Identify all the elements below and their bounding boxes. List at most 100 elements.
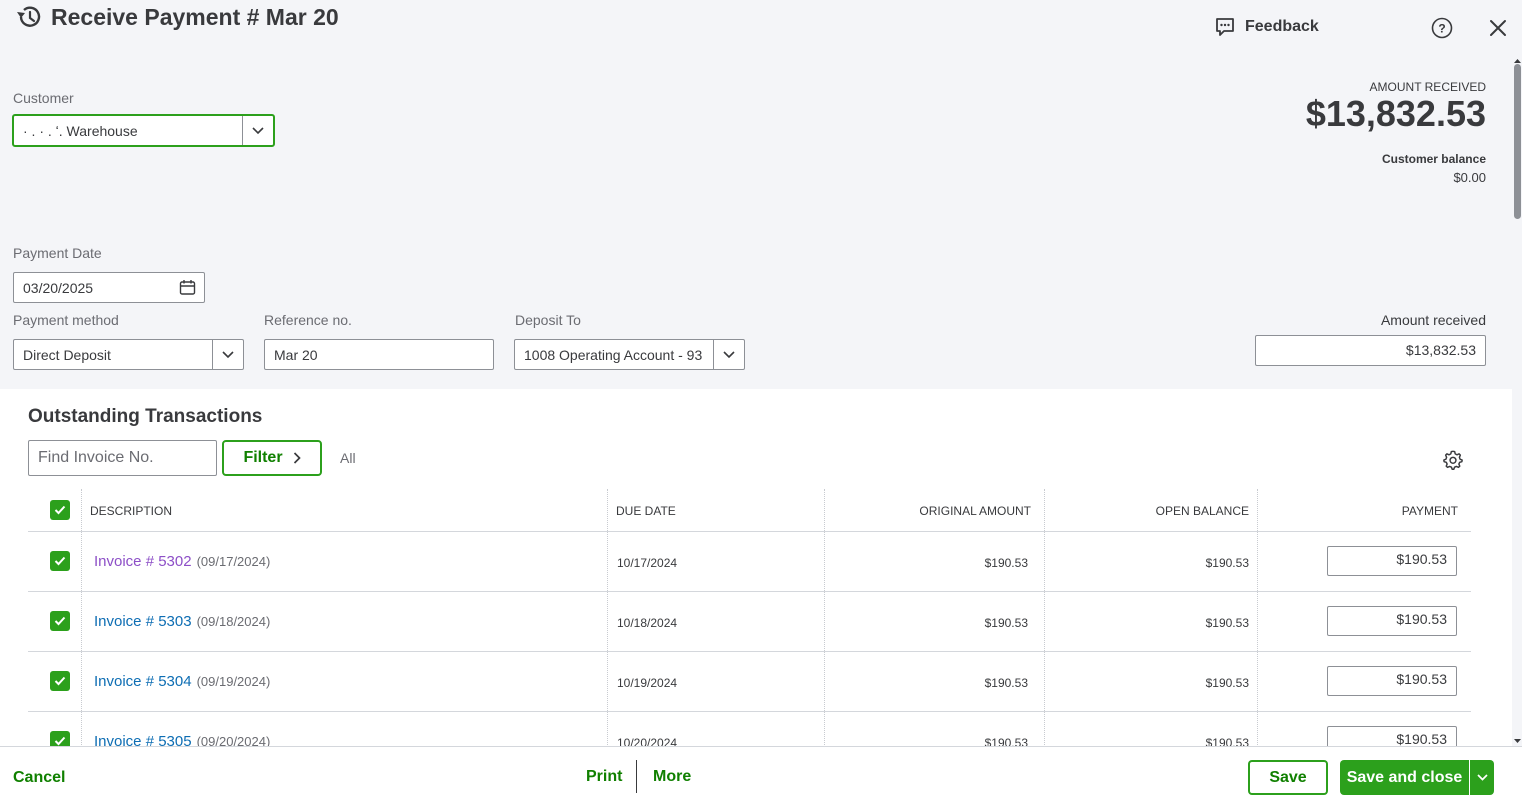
table-row: Invoice # 5304 (09/19/2024) 10/19/2024 $1… [28, 652, 1471, 712]
due-date-cell: 10/19/2024 [617, 676, 678, 690]
check-icon [54, 556, 66, 566]
payment-date-value: 03/20/2025 [23, 279, 94, 296]
chevron-down-icon [723, 350, 735, 358]
payment-date-label: Payment Date [13, 245, 102, 261]
footer-divider [636, 760, 637, 793]
original-amount-cell: $190.53 [984, 556, 1028, 570]
table-row: Invoice # 5305 (09/20/2024) 10/20/2024 $1… [28, 712, 1471, 746]
customer-balance-value: $0.00 [1453, 170, 1486, 185]
payment-input[interactable]: $190.53 [1327, 726, 1457, 746]
outstanding-title: Outstanding Transactions [28, 406, 263, 427]
open-balance-cell: $190.53 [1205, 736, 1249, 746]
help-icon[interactable]: ? [1431, 17, 1453, 39]
filter-label: Filter [243, 449, 283, 466]
invoice-date: (09/18/2024) [196, 614, 271, 629]
cancel-button[interactable]: Cancel [13, 769, 65, 787]
chevron-down-icon [222, 350, 234, 358]
invoice-date: (09/19/2024) [196, 674, 271, 689]
svg-text:?: ? [1438, 22, 1445, 36]
customer-value: · . · . ʻ. Warehouse [23, 122, 138, 139]
payment-input[interactable]: $190.53 [1327, 606, 1457, 636]
invoice-link[interactable]: Invoice # 5305 [94, 733, 192, 746]
table-row: Invoice # 5302 (09/17/2024) 10/17/2024 $1… [28, 532, 1471, 592]
chevron-down-icon [252, 126, 264, 134]
save-and-close-button[interactable]: Save and close [1340, 760, 1494, 795]
customer-dropdown-button[interactable] [242, 116, 273, 145]
due-date-cell: 10/17/2024 [617, 556, 678, 570]
reference-input[interactable]: Mar 20 [264, 339, 494, 370]
history-icon[interactable] [14, 3, 44, 31]
open-balance-cell: $190.53 [1205, 616, 1249, 630]
invoice-date: (09/20/2024) [196, 734, 271, 746]
invoice-link[interactable]: Invoice # 5304 [94, 673, 192, 690]
more-button[interactable]: More [653, 768, 691, 786]
column-payment[interactable]: PAYMENT [1402, 489, 1458, 532]
invoice-date: (09/17/2024) [196, 554, 271, 569]
chevron-down-icon [1476, 774, 1488, 781]
amount-received-input-label: Amount received [1380, 312, 1486, 328]
due-date-cell: 10/18/2024 [617, 616, 678, 630]
outstanding-transactions-section: Outstanding Transactions Filter All DESC… [0, 389, 1512, 746]
deposit-to-select[interactable]: 1008 Operating Account - 93 [514, 339, 745, 370]
check-icon [54, 616, 66, 626]
select-all-checkbox[interactable] [50, 500, 70, 520]
save-and-close-label: Save and close [1346, 768, 1463, 786]
amount-received-label: AMOUNT RECEIVED [1369, 80, 1486, 94]
table-header: DESCRIPTION DUE DATE ORIGINAL AMOUNT OPE… [28, 489, 1471, 532]
original-amount-cell: $190.53 [984, 736, 1028, 746]
payment-input[interactable]: $190.53 [1327, 546, 1457, 576]
row-checkbox[interactable] [50, 611, 70, 631]
footer-bar: Cancel Print More Save Save and close [0, 746, 1522, 805]
scroll-up-arrow-icon[interactable] [1513, 57, 1522, 65]
payment-header-panel [0, 0, 1512, 389]
calendar-icon[interactable] [179, 279, 196, 296]
row-checkbox[interactable] [50, 731, 70, 746]
amount-received-input[interactable]: $13,832.53 [1255, 335, 1486, 366]
deposit-to-label: Deposit To [515, 312, 581, 328]
amount-received-total: $13,832.53 [1305, 93, 1486, 134]
customer-label: Customer [13, 90, 74, 106]
column-due-date[interactable]: DUE DATE [616, 489, 676, 532]
scroll-down-arrow-icon[interactable] [1513, 737, 1522, 745]
due-date-cell: 10/20/2024 [617, 736, 678, 746]
scrollbar-thumb[interactable] [1514, 64, 1521, 219]
invoice-link[interactable]: Invoice # 5303 [94, 613, 192, 630]
customer-select[interactable]: · . · . ʻ. Warehouse [12, 114, 275, 147]
payment-method-value: Direct Deposit [23, 346, 111, 363]
customer-balance-label: Customer balance [1381, 152, 1486, 166]
invoice-link[interactable]: Invoice # 5302 [94, 553, 192, 570]
check-icon [54, 505, 66, 515]
open-balance-cell: $190.53 [1205, 556, 1249, 570]
row-checkbox[interactable] [50, 551, 70, 571]
feedback-label: Feedback [1245, 18, 1319, 35]
gear-icon[interactable] [1442, 449, 1464, 471]
chevron-right-icon [293, 452, 301, 464]
reference-label: Reference no. [264, 312, 352, 328]
column-original-amount[interactable]: ORIGINAL AMOUNT [919, 489, 1031, 532]
save-button[interactable]: Save [1248, 760, 1328, 795]
payment-method-dropdown-button[interactable] [212, 340, 243, 369]
column-description[interactable]: DESCRIPTION [90, 489, 172, 532]
original-amount-cell: $190.53 [984, 616, 1028, 630]
open-balance-cell: $190.53 [1205, 676, 1249, 690]
check-icon [54, 676, 66, 686]
save-options-dropdown[interactable] [1469, 760, 1494, 795]
filter-button[interactable]: Filter [222, 440, 322, 476]
row-checkbox[interactable] [50, 671, 70, 691]
find-invoice-input[interactable] [28, 440, 217, 476]
payment-date-field[interactable]: 03/20/2025 [13, 272, 205, 303]
payment-method-label: Payment method [13, 312, 119, 328]
feedback-button[interactable]: Feedback [1214, 16, 1319, 38]
payment-input[interactable]: $190.53 [1327, 666, 1457, 696]
reference-value: Mar 20 [274, 346, 318, 363]
close-icon[interactable] [1488, 18, 1508, 38]
print-button[interactable]: Print [586, 768, 622, 786]
table-row: Invoice # 5303 (09/18/2024) 10/18/2024 $1… [28, 592, 1471, 652]
deposit-to-value: 1008 Operating Account - 93 [524, 346, 703, 363]
deposit-to-dropdown-button[interactable] [713, 340, 744, 369]
column-open-balance[interactable]: OPEN BALANCE [1156, 489, 1249, 532]
feedback-icon [1216, 18, 1234, 36]
filter-status-label: All [340, 450, 356, 466]
payment-method-select[interactable]: Direct Deposit [13, 339, 244, 370]
original-amount-cell: $190.53 [984, 676, 1028, 690]
